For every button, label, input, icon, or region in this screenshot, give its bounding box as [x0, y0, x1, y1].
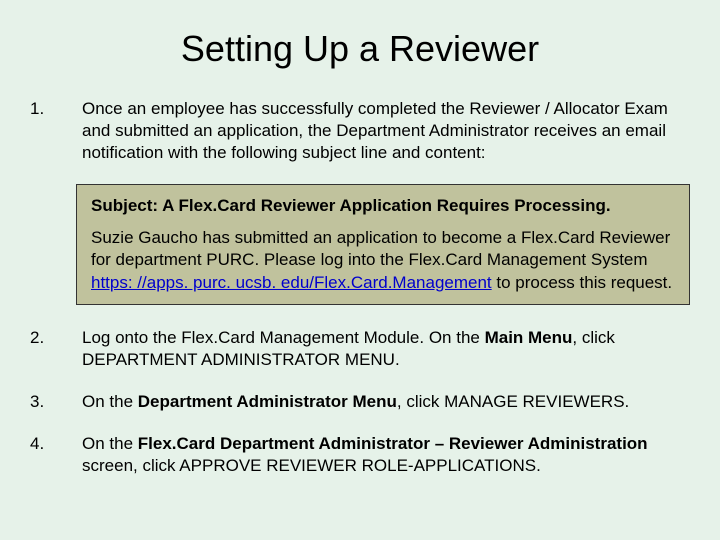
item-bold: Flex.Card Department Administrator – Rev…	[138, 434, 648, 453]
email-link[interactable]: https: //apps. purc. ucsb. edu/Flex.Card…	[91, 273, 492, 292]
item-bold: Department Administrator Menu	[138, 392, 397, 411]
item-body: Log onto the Flex.Card Management Module…	[82, 327, 690, 371]
email-body: Suzie Gaucho has submitted an applicatio…	[91, 227, 675, 293]
item-body: On the Flex.Card Department Administrato…	[82, 433, 690, 477]
slide: Setting Up a Reviewer 1. Once an employe…	[0, 0, 720, 540]
email-body-text-after: to process this request.	[492, 273, 672, 292]
instruction-list: 1. Once an employee has successfully com…	[30, 98, 690, 477]
email-subject: Subject: A Flex.Card Reviewer Applicatio…	[91, 195, 675, 217]
item-text: On the	[82, 434, 138, 453]
list-item: 2. Log onto the Flex.Card Management Mod…	[30, 327, 690, 371]
item-text: screen, click APPROVE REVIEWER ROLE-APPL…	[82, 456, 541, 475]
list-item: 3. On the Department Administrator Menu,…	[30, 391, 690, 413]
item-number: 4.	[30, 433, 82, 477]
item-text: On the	[82, 392, 138, 411]
list-item: 4. On the Flex.Card Department Administr…	[30, 433, 690, 477]
item-number: 2.	[30, 327, 82, 371]
page-title: Setting Up a Reviewer	[30, 28, 690, 70]
item-bold: Main Menu	[485, 328, 573, 347]
email-body-text: Suzie Gaucho has submitted an applicatio…	[91, 228, 670, 269]
item-text: Log onto the Flex.Card Management Module…	[82, 328, 485, 347]
item-text: , click MANAGE REVIEWERS.	[397, 392, 629, 411]
item-number: 3.	[30, 391, 82, 413]
item-number: 1.	[30, 98, 82, 164]
item-body: On the Department Administrator Menu, cl…	[82, 391, 690, 413]
list-item: 1. Once an employee has successfully com…	[30, 98, 690, 164]
email-preview-box: Subject: A Flex.Card Reviewer Applicatio…	[76, 184, 690, 304]
item-body: Once an employee has successfully comple…	[82, 98, 690, 164]
